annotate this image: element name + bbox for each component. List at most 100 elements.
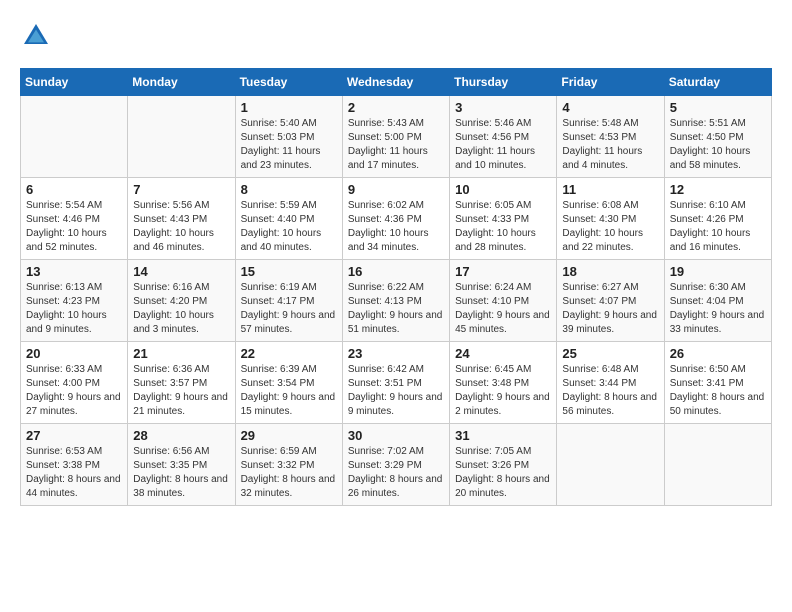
weekday-header-row: SundayMondayTuesdayWednesdayThursdayFrid… — [21, 69, 772, 96]
day-number: 9 — [348, 182, 444, 197]
day-info: Sunrise: 6:08 AM Sunset: 4:30 PM Dayligh… — [562, 199, 658, 255]
calendar-cell: 28 Sunrise: 6:56 AM Sunset: 3:35 PM Dayli… — [128, 424, 235, 506]
day-info: Sunrise: 6:24 AM Sunset: 4:10 PM Dayligh… — [455, 281, 551, 337]
day-info: Sunrise: 6:13 AM Sunset: 4:23 PM Dayligh… — [26, 281, 122, 337]
day-number: 16 — [348, 264, 444, 279]
calendar-header: SundayMondayTuesdayWednesdayThursdayFrid… — [21, 69, 772, 96]
day-number: 21 — [133, 346, 229, 361]
calendar-cell: 2 Sunrise: 5:43 AM Sunset: 5:00 PM Daylig… — [342, 96, 449, 178]
day-info: Sunrise: 6:10 AM Sunset: 4:26 PM Dayligh… — [670, 199, 766, 255]
logo — [20, 20, 56, 52]
day-number: 15 — [241, 264, 337, 279]
day-number: 23 — [348, 346, 444, 361]
calendar-cell: 7 Sunrise: 5:56 AM Sunset: 4:43 PM Daylig… — [128, 178, 235, 260]
day-number: 19 — [670, 264, 766, 279]
calendar-cell: 19Sunrise: 6:30 AM Sunset: 4:04 PM Dayli… — [664, 260, 771, 342]
day-info: Sunrise: 6:27 AM Sunset: 4:07 PM Dayligh… — [562, 281, 658, 337]
weekday-header-tuesday: Tuesday — [235, 69, 342, 96]
day-info: Sunrise: 7:05 AM Sunset: 3:26 PM Dayligh… — [455, 445, 551, 501]
day-info: Sunrise: 6:05 AM Sunset: 4:33 PM Dayligh… — [455, 199, 551, 255]
calendar-cell: 21 Sunrise: 6:36 AM Sunset: 3:57 PM Dayli… — [128, 342, 235, 424]
day-number: 27 — [26, 428, 122, 443]
weekday-header-friday: Friday — [557, 69, 664, 96]
calendar-cell — [664, 424, 771, 506]
day-number: 25 — [562, 346, 658, 361]
calendar-cell: 23 Sunrise: 6:42 AM Sunset: 3:51 PM Dayli… — [342, 342, 449, 424]
day-number: 29 — [241, 428, 337, 443]
day-number: 26 — [670, 346, 766, 361]
day-number: 20 — [26, 346, 122, 361]
calendar-cell: 12 Sunrise: 6:10 AM Sunset: 4:26 PM Dayli… — [664, 178, 771, 260]
calendar-body: 1Sunrise: 5:40 AM Sunset: 5:03 PM Daylig… — [21, 96, 772, 506]
day-info: Sunrise: 5:46 AM Sunset: 4:56 PM Dayligh… — [455, 117, 551, 173]
day-info: Sunrise: 6:59 AM Sunset: 3:32 PM Dayligh… — [241, 445, 337, 501]
calendar-cell: 29 Sunrise: 6:59 AM Sunset: 3:32 PM Dayli… — [235, 424, 342, 506]
day-info: Sunrise: 6:36 AM Sunset: 3:57 PM Dayligh… — [133, 363, 229, 419]
day-number: 12 — [670, 182, 766, 197]
calendar-cell — [557, 424, 664, 506]
calendar-cell: 26Sunrise: 6:50 AM Sunset: 3:41 PM Dayli… — [664, 342, 771, 424]
day-number: 11 — [562, 182, 658, 197]
calendar-table: SundayMondayTuesdayWednesdayThursdayFrid… — [20, 68, 772, 506]
day-number: 30 — [348, 428, 444, 443]
day-number: 13 — [26, 264, 122, 279]
day-info: Sunrise: 5:56 AM Sunset: 4:43 PM Dayligh… — [133, 199, 229, 255]
day-info: Sunrise: 5:59 AM Sunset: 4:40 PM Dayligh… — [241, 199, 337, 255]
day-number: 22 — [241, 346, 337, 361]
day-info: Sunrise: 6:53 AM Sunset: 3:38 PM Dayligh… — [26, 445, 122, 501]
weekday-header-thursday: Thursday — [450, 69, 557, 96]
calendar-cell: 6Sunrise: 5:54 AM Sunset: 4:46 PM Daylig… — [21, 178, 128, 260]
calendar-cell: 8 Sunrise: 5:59 AM Sunset: 4:40 PM Daylig… — [235, 178, 342, 260]
weekday-header-monday: Monday — [128, 69, 235, 96]
calendar-cell: 4 Sunrise: 5:48 AM Sunset: 4:53 PM Daylig… — [557, 96, 664, 178]
day-number: 8 — [241, 182, 337, 197]
calendar-cell: 5 Sunrise: 5:51 AM Sunset: 4:50 PM Daylig… — [664, 96, 771, 178]
calendar-cell: 16Sunrise: 6:22 AM Sunset: 4:13 PM Dayli… — [342, 260, 449, 342]
day-info: Sunrise: 6:02 AM Sunset: 4:36 PM Dayligh… — [348, 199, 444, 255]
day-number: 18 — [562, 264, 658, 279]
day-number: 3 — [455, 100, 551, 115]
day-number: 28 — [133, 428, 229, 443]
calendar-week-row: 13 Sunrise: 6:13 AM Sunset: 4:23 PM Dayli… — [21, 260, 772, 342]
page-header — [20, 20, 772, 52]
day-info: Sunrise: 6:45 AM Sunset: 3:48 PM Dayligh… — [455, 363, 551, 419]
day-info: Sunrise: 6:33 AM Sunset: 4:00 PM Dayligh… — [26, 363, 122, 419]
day-number: 5 — [670, 100, 766, 115]
calendar-cell: 15 Sunrise: 6:19 AM Sunset: 4:17 PM Dayli… — [235, 260, 342, 342]
calendar-cell: 20 Sunrise: 6:33 AM Sunset: 4:00 PM Dayli… — [21, 342, 128, 424]
day-info: Sunrise: 6:19 AM Sunset: 4:17 PM Dayligh… — [241, 281, 337, 337]
day-number: 17 — [455, 264, 551, 279]
day-number: 10 — [455, 182, 551, 197]
day-info: Sunrise: 6:16 AM Sunset: 4:20 PM Dayligh… — [133, 281, 229, 337]
calendar-cell: 3 Sunrise: 5:46 AM Sunset: 4:56 PM Daylig… — [450, 96, 557, 178]
calendar-cell: 27 Sunrise: 6:53 AM Sunset: 3:38 PM Dayli… — [21, 424, 128, 506]
calendar-cell: 22 Sunrise: 6:39 AM Sunset: 3:54 PM Dayli… — [235, 342, 342, 424]
day-info: Sunrise: 5:43 AM Sunset: 5:00 PM Dayligh… — [348, 117, 444, 173]
calendar-cell — [128, 96, 235, 178]
calendar-cell — [21, 96, 128, 178]
calendar-cell: 14 Sunrise: 6:16 AM Sunset: 4:20 PM Dayli… — [128, 260, 235, 342]
day-info: Sunrise: 5:40 AM Sunset: 5:03 PM Dayligh… — [241, 117, 337, 173]
day-number: 24 — [455, 346, 551, 361]
day-info: Sunrise: 6:48 AM Sunset: 3:44 PM Dayligh… — [562, 363, 658, 419]
day-info: Sunrise: 6:42 AM Sunset: 3:51 PM Dayligh… — [348, 363, 444, 419]
calendar-cell: 18 Sunrise: 6:27 AM Sunset: 4:07 PM Dayli… — [557, 260, 664, 342]
weekday-header-sunday: Sunday — [21, 69, 128, 96]
day-number: 14 — [133, 264, 229, 279]
calendar-week-row: 1Sunrise: 5:40 AM Sunset: 5:03 PM Daylig… — [21, 96, 772, 178]
day-number: 6 — [26, 182, 122, 197]
day-info: Sunrise: 5:48 AM Sunset: 4:53 PM Dayligh… — [562, 117, 658, 173]
day-info: Sunrise: 6:39 AM Sunset: 3:54 PM Dayligh… — [241, 363, 337, 419]
day-number: 7 — [133, 182, 229, 197]
calendar-cell: 30 Sunrise: 7:02 AM Sunset: 3:29 PM Dayli… — [342, 424, 449, 506]
day-info: Sunrise: 5:51 AM Sunset: 4:50 PM Dayligh… — [670, 117, 766, 173]
day-info: Sunrise: 7:02 AM Sunset: 3:29 PM Dayligh… — [348, 445, 444, 501]
day-number: 4 — [562, 100, 658, 115]
calendar-cell: 31Sunrise: 7:05 AM Sunset: 3:26 PM Dayli… — [450, 424, 557, 506]
weekday-header-wednesday: Wednesday — [342, 69, 449, 96]
day-info: Sunrise: 6:56 AM Sunset: 3:35 PM Dayligh… — [133, 445, 229, 501]
calendar-cell: 11 Sunrise: 6:08 AM Sunset: 4:30 PM Dayli… — [557, 178, 664, 260]
day-number: 2 — [348, 100, 444, 115]
calendar-cell: 13 Sunrise: 6:13 AM Sunset: 4:23 PM Dayli… — [21, 260, 128, 342]
weekday-header-saturday: Saturday — [664, 69, 771, 96]
